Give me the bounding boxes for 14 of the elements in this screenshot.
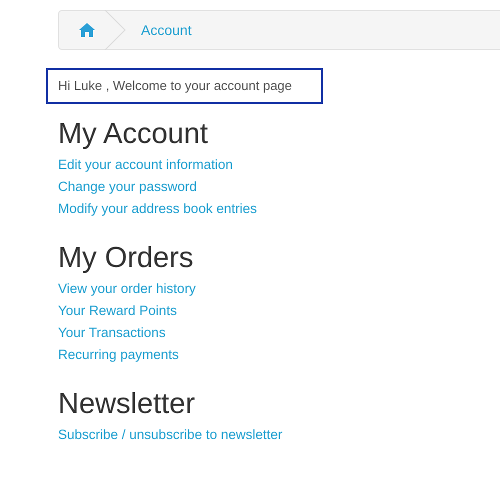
welcome-message: Hi Luke , Welcome to your account page (46, 68, 323, 104)
section-heading: Newsletter (58, 387, 196, 422)
section-heading: My Orders (58, 241, 194, 276)
menu-link[interactable]: Edit your account information (58, 154, 233, 176)
menu-link[interactable]: Modify your address book entries (58, 198, 257, 220)
breadcrumb-link[interactable]: Account (127, 20, 206, 40)
menu-link[interactable]: Change your password (58, 176, 197, 198)
section-heading: My Account (58, 117, 209, 152)
menu-link[interactable]: Your Reward Points (58, 300, 177, 322)
menu-link[interactable]: Your Transactions (58, 322, 166, 344)
menu-link[interactable]: View your order history (58, 278, 196, 300)
menu-link[interactable]: Subscribe / unsubscribe to newsletter (58, 424, 282, 446)
menu-link[interactable]: Recurring payments (58, 344, 179, 366)
home-icon[interactable] (79, 23, 95, 37)
